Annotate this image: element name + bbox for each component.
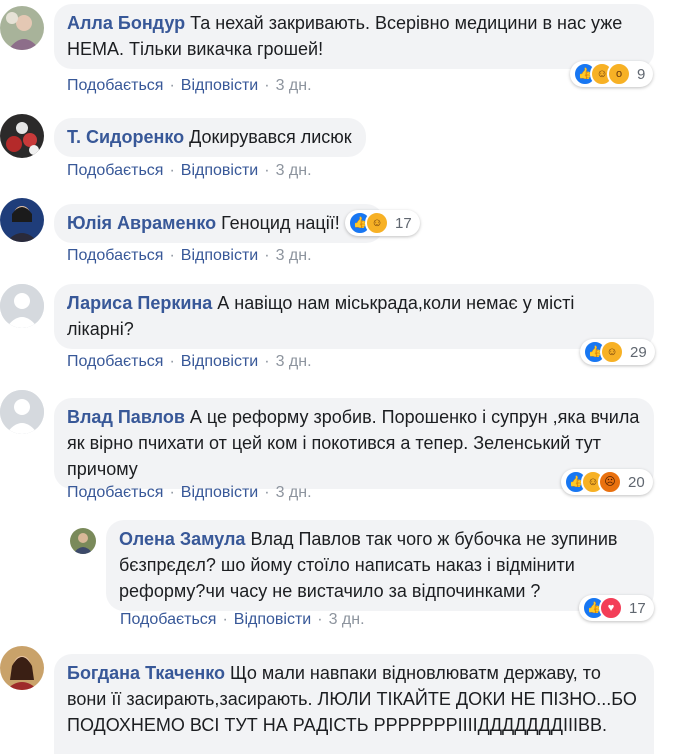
comment-bubble: Богдана Ткаченко Що мали навпаки відновлю… <box>54 654 654 754</box>
comment-time[interactable]: 3 дн. <box>276 247 312 264</box>
reply-link[interactable]: Відповісти <box>181 484 258 501</box>
comment: Алла Бондур Та нехай закривають. Всерівно… <box>0 0 693 110</box>
reaction-count: 17 <box>629 599 646 617</box>
comment: Богдана Ткаченко Що мали навпаки відновлю… <box>0 638 693 754</box>
like-link[interactable]: Подобається <box>120 611 216 628</box>
comment-actions: Подобається · Відповісти · 3 дн. <box>120 610 365 630</box>
comment-time[interactable]: 3 дн. <box>276 77 312 94</box>
separator: · <box>264 484 270 501</box>
like-link[interactable]: Подобається <box>67 353 163 370</box>
comment-time[interactable]: 3 дн. <box>329 611 365 628</box>
reaction-summary[interactable]: 👍 ☺ ☹ 20 <box>561 469 653 495</box>
like-link[interactable]: Подобається <box>67 247 163 264</box>
separator: · <box>169 353 175 370</box>
separator: · <box>264 247 270 264</box>
avatar[interactable] <box>0 198 44 242</box>
avatar[interactable] <box>0 114 44 158</box>
haha-icon: ☺ <box>600 340 624 364</box>
separator: · <box>317 611 323 628</box>
wow-icon: o <box>607 62 631 86</box>
reply-link[interactable]: Відповісти <box>181 77 258 94</box>
avatar[interactable] <box>0 284 44 328</box>
comment-actions: Подобається · Відповісти · 3 дн. <box>67 76 312 96</box>
comment-author[interactable]: Лариса Перкина <box>67 293 212 313</box>
avatar[interactable] <box>70 528 96 554</box>
comment: Лариса Перкина А навіщо нам міськрада,кол… <box>0 278 693 384</box>
comment-time[interactable]: 3 дн. <box>276 162 312 179</box>
comment-time[interactable]: 3 дн. <box>276 353 312 370</box>
reply-link[interactable]: Відповісти <box>181 353 258 370</box>
comment-bubble: Лариса Перкина А навіщо нам міськрада,кол… <box>54 284 654 349</box>
reaction-summary[interactable]: 👍 ☺ o 9 <box>570 61 654 87</box>
reaction-count: 29 <box>630 343 647 361</box>
comment-author[interactable]: Богдана Ткаченко <box>67 663 225 683</box>
reaction-count: 9 <box>637 65 646 83</box>
comment-text: Докирувався лисюк <box>189 127 352 147</box>
reaction-count: 17 <box>395 214 412 232</box>
reaction-count: 20 <box>628 473 645 491</box>
reaction-summary[interactable]: 👍 ☺ 17 <box>345 210 420 236</box>
comment: Юлія Авраменко Геноцид нації! 👍 ☺ 17 Подоба… <box>0 196 693 278</box>
comment: Влад Павлов А це реформу зробив. Порошенк… <box>0 384 693 514</box>
reply-link[interactable]: Відповісти <box>234 611 311 628</box>
reaction-summary[interactable]: 👍 ♥ 17 <box>579 595 654 621</box>
like-link[interactable]: Подобається <box>67 162 163 179</box>
reaction-summary[interactable]: 👍 ☺ 29 <box>580 339 655 365</box>
separator: · <box>169 77 175 94</box>
comment-author[interactable]: Т. Сидоренко <box>67 127 184 147</box>
separator: · <box>169 162 175 179</box>
like-link[interactable]: Подобається <box>67 484 163 501</box>
comment-bubble: Алла Бондур Та нехай закривають. Всерівно… <box>54 4 654 69</box>
comment: Т. Сидоренко Докирувався лисюк Подобаєтьс… <box>0 110 693 196</box>
comment-author[interactable]: Алла Бондур <box>67 13 185 33</box>
separator: · <box>264 77 270 94</box>
comment-author[interactable]: Олена Замула <box>119 529 245 549</box>
like-link[interactable]: Подобається <box>67 77 163 94</box>
comment-text: Геноцид нації! <box>221 213 340 233</box>
angry-icon: ☹ <box>598 470 622 494</box>
separator: · <box>264 353 270 370</box>
comment-time[interactable]: 3 дн. <box>276 484 312 501</box>
comment-author[interactable]: Юлія Авраменко <box>67 213 216 233</box>
comment-author[interactable]: Влад Павлов <box>67 407 185 427</box>
comment-actions: Подобається · Відповісти · 3 дн. <box>67 483 312 503</box>
separator: · <box>264 162 270 179</box>
comment-actions: Подобається · Відповісти · 3 дн. <box>67 161 312 181</box>
love-icon: ♥ <box>599 596 623 620</box>
reply-link[interactable]: Відповісти <box>181 247 258 264</box>
comment-bubble: Т. Сидоренко Докирувався лисюк <box>54 118 366 157</box>
comment-actions: Подобається · Відповісти · 3 дн. <box>67 352 312 372</box>
comment-bubble: Олена Замула Влад Павлов так чого ж бубоч… <box>106 520 654 611</box>
comment-bubble: Юлія Авраменко Геноцид нації! <box>54 204 384 243</box>
separator: · <box>222 611 228 628</box>
reply-link[interactable]: Відповісти <box>181 162 258 179</box>
comment-actions: Подобається · Відповісти · 3 дн. <box>67 246 312 266</box>
avatar[interactable] <box>0 390 44 434</box>
reply-comment: Олена Замула Влад Павлов так чого ж бубоч… <box>0 514 693 638</box>
avatar[interactable] <box>0 646 44 690</box>
separator: · <box>169 247 175 264</box>
separator: · <box>169 484 175 501</box>
haha-icon: ☺ <box>365 211 389 235</box>
avatar[interactable] <box>0 6 44 50</box>
